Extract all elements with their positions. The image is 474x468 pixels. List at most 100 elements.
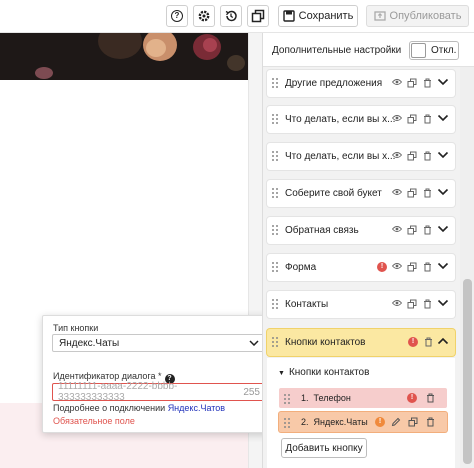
drag-handle-icon[interactable] [272,188,278,198]
help-icon: ? [171,10,183,22]
drag-handle-icon[interactable] [284,418,290,428]
eye-icon[interactable] [391,262,403,272]
trash-icon[interactable] [425,417,435,427]
chevron-up-icon[interactable] [437,335,449,349]
chevron-down-icon[interactable] [437,297,449,311]
scrollbar-thumb[interactable] [463,279,472,464]
duplicate-icon[interactable] [408,417,418,427]
required-field-error: Обязательное поле [53,416,135,426]
chevron-down-icon[interactable] [437,186,449,200]
button-type-value: Яндекс.Чаты [59,337,120,349]
section-name: Соберите свой букет [285,188,382,199]
eye-icon[interactable] [391,299,403,309]
edit-icon[interactable] [391,417,401,427]
trash-icon[interactable] [423,337,433,347]
drag-handle-icon[interactable] [272,78,278,88]
eye-icon[interactable] [391,151,403,161]
contact-button-phone[interactable]: 1. Телефон ! [279,388,447,408]
duplicate-icon[interactable] [407,114,417,124]
trash-icon[interactable] [422,299,432,309]
section-row[interactable]: Форма! [267,254,455,281]
section-row[interactable]: Другие предложения [267,70,455,97]
duplicate-icon[interactable] [407,188,417,198]
section-row[interactable]: Контакты [267,291,455,318]
flowers-image [0,33,248,80]
toggle-knob [411,43,426,58]
trash-icon[interactable] [422,151,432,161]
section-row[interactable]: Соберите свой букет [267,180,455,207]
toggle-label: Откл. [431,45,457,56]
trash-icon[interactable] [422,114,432,124]
duplicate-icon[interactable] [407,225,417,235]
section-name: Обратная связь [285,225,359,236]
chevron-down-icon[interactable] [437,76,449,90]
top-toolbar: ? Сохранить Опубликовать [0,0,474,33]
publish-button[interactable]: Опубликовать [366,5,469,27]
subpanel-title-row[interactable]: ▼ Кнопки контактов [278,367,369,378]
additional-settings-toggle[interactable]: Откл. [409,41,459,60]
section-contact-buttons[interactable]: Кнопки контактов ! [267,329,455,356]
section-row[interactable]: Обратная связь [267,217,455,244]
hint-text: Подробнее о подключении [53,403,168,413]
error-icon: ! [377,262,387,272]
panel-title: Дополнительные настройки [272,45,402,56]
drag-handle-icon[interactable] [284,394,290,404]
add-button[interactable]: Добавить кнопку [281,438,367,458]
yandex-chats-link[interactable]: Яндекс.Чатов [168,403,225,413]
eye-icon[interactable] [391,114,403,124]
dialog-id-label: Идентификатор диалога * [53,371,162,381]
drag-handle-icon[interactable] [272,262,278,272]
duplicate-icon[interactable] [407,151,417,161]
trash-icon[interactable] [422,262,432,272]
error-icon: ! [407,393,417,403]
subpanel-title: Кнопки контактов [288,367,370,378]
publish-label: Опубликовать [389,10,462,22]
caret-down-icon: ▼ [278,370,285,377]
duplicate-icon[interactable] [407,299,417,309]
contact-buttons-subpanel: ▼ Кнопки контактов 1. Телефон ! 2. Яндекс… [267,358,455,468]
publish-icon [373,11,386,21]
settings-panel: Дополнительные настройки Откл. Другие пр… [262,33,474,468]
dialog-id-input[interactable]: 11111111-aaaa-2222-bbbb-333333333333 255 [52,381,266,403]
button-type-select[interactable]: Яндекс.Чаты [52,334,266,352]
panel-scrollbar[interactable] [460,67,474,468]
drag-handle-icon[interactable] [272,225,278,235]
eye-icon[interactable] [391,188,403,198]
eye-icon[interactable] [391,225,403,235]
settings-button[interactable] [193,5,215,27]
trash-icon[interactable] [425,393,435,403]
contact-button-yandex-chats[interactable]: 2. Яндекс.Чаты ! [279,412,447,432]
duplicate-icon[interactable] [407,262,417,272]
save-label: Сохранить [298,10,354,22]
chevron-down-icon[interactable] [437,149,449,163]
section-row[interactable]: Что делать, если вы х... [267,106,455,133]
drag-handle-icon[interactable] [272,337,278,347]
drag-handle-icon[interactable] [272,299,278,309]
chevron-down-icon[interactable] [437,223,449,237]
error-icon: ! [408,337,418,347]
help-button[interactable]: ? [166,5,188,27]
history-button[interactable] [220,5,242,27]
trash-icon[interactable] [422,78,432,88]
section-name: Контакты [285,299,329,310]
copy-button[interactable] [247,5,269,27]
duplicate-icon[interactable] [407,78,417,88]
section-name: Форма [285,262,317,273]
history-icon [225,10,237,22]
drag-handle-icon[interactable] [272,114,278,124]
hero-image [0,33,248,80]
section-name: Что делать, если вы х... [285,114,396,125]
warning-icon: ! [375,417,385,427]
eye-icon[interactable] [391,78,403,88]
drag-handle-icon[interactable] [272,151,278,161]
trash-icon[interactable] [422,188,432,198]
dialog-id-placeholder: 11111111-aaaa-2222-bbbb-333333333333 [58,381,178,403]
item-label: 2. Яндекс.Чаты [301,417,368,427]
trash-icon[interactable] [422,225,432,235]
connection-hint: Подробнее о подключении Яндекс.Чатов [53,403,225,413]
chevron-down-icon[interactable] [437,260,449,274]
chevron-down-icon[interactable] [437,112,449,126]
section-row[interactable]: Что делать, если вы х... [267,143,455,170]
save-button[interactable]: Сохранить [278,5,358,27]
panel-header: Дополнительные настройки Откл. [263,33,474,67]
